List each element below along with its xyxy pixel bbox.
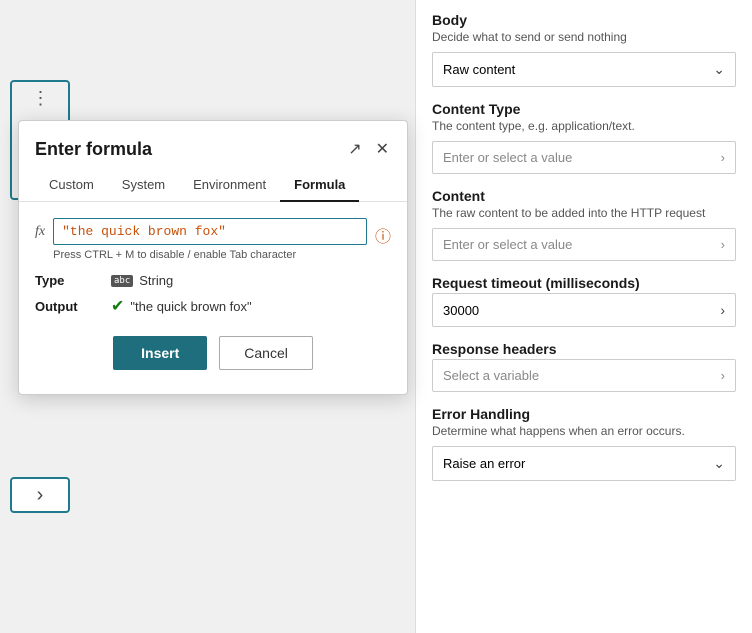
error-handling-title: Error Handling [432, 406, 736, 422]
output-label: Output [35, 299, 95, 314]
type-row: Type abc String [35, 273, 391, 288]
chevron-right-icon-content: › [721, 237, 725, 252]
info-icon[interactable]: ⓘ [375, 223, 391, 247]
insert-button[interactable]: Insert [113, 336, 207, 370]
body-value: Raw content [443, 62, 515, 77]
response-headers-input[interactable]: Select a variable › [432, 359, 736, 392]
request-timeout-title: Request timeout (milliseconds) [432, 275, 736, 291]
content-type-title: Content Type [432, 101, 736, 117]
close-icon: ✕ [376, 139, 389, 159]
content-sub: The raw content to be added into the HTT… [432, 206, 736, 220]
formula-input-wrapper: Press CTRL + M to disable / enable Tab c… [53, 218, 367, 261]
type-value: abc String [111, 273, 173, 288]
response-headers-section: Response headers Select a variable › [432, 341, 736, 392]
chevron-right-icon-timeout: › [720, 302, 725, 318]
chevron-right-icon: › [721, 150, 725, 165]
right-panel: Body Decide what to send or send nothing… [415, 0, 752, 633]
tab-custom[interactable]: Custom [35, 169, 108, 202]
content-type-input[interactable]: Enter or select a value › [432, 141, 736, 174]
formula-area: fx Press CTRL + M to disable / enable Ta… [35, 218, 391, 261]
modal-header-actions: ↗ ✕ [346, 137, 391, 161]
dots-icon: ⋮ [32, 88, 49, 109]
content-placeholder: Enter or select a value [443, 237, 572, 252]
content-title: Content [432, 188, 736, 204]
body-section: Body Decide what to send or send nothing… [432, 12, 736, 87]
formula-hint: Press CTRL + M to disable / enable Tab c… [53, 249, 367, 261]
modal-title: Enter formula [35, 139, 152, 160]
error-handling-value: Raise an error [443, 456, 525, 471]
bottom-arrow-node[interactable]: › [10, 477, 70, 513]
tab-environment[interactable]: Environment [179, 169, 280, 202]
chevron-down-icon-error: ⌄ [713, 455, 725, 472]
formula-modal: Enter formula ↗ ✕ Custom System Environm… [18, 120, 408, 395]
chevron-right-icon-response: › [721, 368, 725, 383]
chevron-down-icon: ⌄ [713, 61, 725, 78]
error-handling-dropdown[interactable]: Raise an error ⌄ [432, 446, 736, 481]
expand-icon: ↗ [348, 139, 361, 159]
check-icon: ✔ [111, 296, 124, 316]
response-headers-title: Response headers [432, 341, 736, 357]
modal-header: Enter formula ↗ ✕ [19, 121, 407, 169]
modal-tabs: Custom System Environment Formula [19, 169, 407, 202]
output-text: "the quick brown fox" [130, 299, 251, 314]
content-type-placeholder: Enter or select a value [443, 150, 572, 165]
tab-system[interactable]: System [108, 169, 179, 202]
request-timeout-section: Request timeout (milliseconds) 30000 › [432, 275, 736, 327]
type-label: Type [35, 273, 95, 288]
expand-button[interactable]: ↗ [346, 137, 363, 161]
request-timeout-value: 30000 [443, 303, 479, 318]
content-type-sub: The content type, e.g. application/text. [432, 119, 736, 133]
chevron-right-icon: › [37, 484, 44, 507]
response-headers-placeholder: Select a variable [443, 368, 539, 383]
formula-input[interactable] [53, 218, 367, 245]
type-output-section: Type abc String Output ✔ "the quick brow… [35, 273, 391, 316]
type-string: String [139, 273, 173, 288]
string-type-icon: abc [111, 275, 133, 287]
error-handling-sub: Determine what happens when an error occ… [432, 424, 736, 438]
body-title: Body [432, 12, 736, 28]
close-button[interactable]: ✕ [374, 137, 391, 161]
output-value: ✔ "the quick brown fox" [111, 296, 252, 316]
modal-footer: Insert Cancel [19, 336, 407, 370]
content-input[interactable]: Enter or select a value › [432, 228, 736, 261]
output-row: Output ✔ "the quick brown fox" [35, 296, 391, 316]
request-timeout-field[interactable]: 30000 › [432, 293, 736, 327]
body-dropdown[interactable]: Raw content ⌄ [432, 52, 736, 87]
body-sub: Decide what to send or send nothing [432, 30, 736, 44]
cancel-button[interactable]: Cancel [219, 336, 313, 370]
content-section: Content The raw content to be added into… [432, 188, 736, 261]
tab-formula[interactable]: Formula [280, 169, 359, 202]
fx-label: fx [35, 224, 45, 240]
error-handling-section: Error Handling Determine what happens wh… [432, 406, 736, 481]
content-type-section: Content Type The content type, e.g. appl… [432, 101, 736, 174]
